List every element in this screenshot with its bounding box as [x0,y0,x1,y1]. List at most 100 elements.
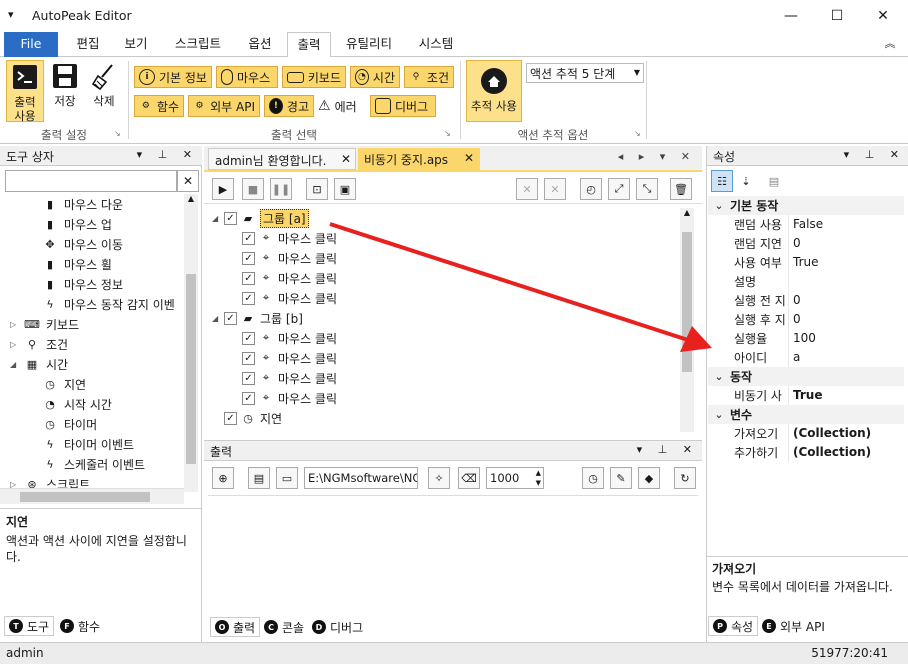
tab-output-log[interactable]: O 출력 [210,617,261,637]
enable-checkbox[interactable]: ✓ [242,291,255,305]
tab-tools[interactable]: T 도구 [4,616,55,636]
enable-checkbox[interactable]: ✓ [242,331,255,345]
track-enable-button[interactable]: 추적 사용 [466,60,522,122]
property-row[interactable]: 추가하기 (Collection) [708,443,904,462]
enable-checkbox[interactable]: ✓ [224,411,237,425]
enable-checkbox[interactable]: ✓ [224,311,237,325]
warning-button[interactable]: ! 경고 [264,95,314,117]
toolbox-item[interactable]: ▮ 마우스 휠 [42,254,112,274]
property-value[interactable]: True [788,253,819,272]
collapse-icon[interactable]: ⌄ [708,370,730,383]
enable-checkbox[interactable]: ✓ [242,371,255,385]
tab-debug[interactable]: D 디버그 [308,617,367,637]
toolbox-item[interactable]: ▮ 마우스 정보 [42,274,123,294]
save-button[interactable]: 저장 [48,60,82,122]
condition-button[interactable]: ⚲ 조건 [404,66,454,88]
property-category[interactable]: ⌄ 동작 [708,367,904,386]
property-value[interactable]: 0 [788,310,801,329]
delete-button[interactable]: 삭제 [86,60,122,122]
toolbox-item[interactable]: ◷ 타이머 [42,414,97,434]
alphabetical-icon[interactable]: ⇣ [735,170,757,192]
toolbox-item[interactable]: ϟ 타이머 이벤트 [42,434,134,454]
open-folder-icon[interactable]: ▭ [276,467,298,489]
maximize-button[interactable]: ☐ [814,0,860,32]
clear-search-icon[interactable]: ✕ [177,170,199,192]
property-pages-icon[interactable]: ▤ [763,170,785,192]
tab-console[interactable]: C 콘솔 [260,617,308,637]
scroll-thumb[interactable] [186,274,196,464]
script-node[interactable]: ✓ ⌖ 마우스 클릭 [242,268,337,288]
clean-icon[interactable]: ✧ [428,467,450,489]
cancel-icon[interactable]: ✕ [516,178,538,200]
toolbox-item[interactable]: ◢ ▦ 시간 [10,354,68,374]
stop-icon[interactable]: ■ [242,178,264,200]
time-button[interactable]: ◔ 시간 [350,66,400,88]
property-row[interactable]: 비동기 사 True [708,386,904,405]
tab-functions[interactable]: F 함수 [56,616,104,636]
function-button[interactable]: ⚙ 함수 [134,95,184,117]
script-node[interactable]: ◢ ✓ ▰ 그룹 [a] [212,208,309,228]
toolbox-item[interactable]: ▮ 마우스 다운 [42,194,123,214]
toolbox-item[interactable]: ◔ 시작 시간 [42,394,112,414]
minimize-button[interactable]: — [768,0,814,32]
mouse-button[interactable]: 마우스 [216,66,278,88]
new-log-icon[interactable]: ⊕ [212,467,234,489]
panel-controls[interactable]: ▾ ⊥ ✕ [137,148,198,161]
enable-checkbox[interactable]: ✓ [242,271,255,285]
property-value[interactable]: a [788,348,800,367]
property-row[interactable]: 랜덤 지연 0 [708,234,904,253]
tab-system[interactable]: 시스템 [404,32,468,57]
eraser-icon[interactable]: ⌫ [458,467,480,489]
log-path-field[interactable]: E:\NGMsoftware\NG [304,467,418,489]
script-node[interactable]: ✓ ⌖ 마우스 클릭 [242,328,337,348]
external-api-button[interactable]: ⚙ 외부 API [188,95,260,117]
trash-icon[interactable]: 🗑 [670,178,692,200]
property-row[interactable]: 실행 후 지0 [708,310,904,329]
enable-checkbox[interactable]: ✓ [242,231,255,245]
play-icon[interactable]: ▶ [212,178,234,200]
property-category[interactable]: ⌄ 변수 [708,405,904,424]
toolbox-search-input[interactable] [5,170,177,192]
timer-icon[interactable]: ◴ [580,178,602,200]
property-row[interactable]: 실행 전 지0 [708,291,904,310]
enable-checkbox[interactable]: ✓ [242,351,255,365]
property-value[interactable] [788,272,793,291]
track-level-select[interactable]: 액션 추적 5 단계 ▼ [526,63,644,83]
scroll-up-icon[interactable]: ▲ [184,194,198,203]
tab-external-api[interactable]: E 외부 API [758,616,829,636]
expander-icon[interactable]: ◢ [212,314,224,323]
expander-icon[interactable]: ◢ [10,360,24,369]
close-tab-icon[interactable]: ✕ [341,152,351,166]
collapse-icon[interactable]: ⌄ [708,199,730,212]
error-toggle[interactable]: ⚠ 에러 [318,95,357,117]
line-limit-stepper[interactable]: 1000 ▲ ▼ [486,467,544,489]
tab-output[interactable]: 출력 [287,32,331,58]
toolbox-hscrollbar[interactable] [0,488,184,504]
toolbox-item[interactable]: ◷ 지연 [42,374,86,394]
script-node[interactable]: ✓ ⌖ 마우스 클릭 [242,368,337,388]
tab-welcome[interactable]: admin님 환영합니다. ✕ [208,148,356,170]
tab-async-stop[interactable]: 비동기 중지.aps ✕ [358,148,480,172]
toolbox-item[interactable]: ϟ 마우스 동작 감지 이벤 [42,294,174,314]
script-node[interactable]: ✓ ⌖ 마우스 클릭 [242,388,337,408]
hscroll-thumb[interactable] [20,492,150,502]
dialog-launcher-icon[interactable]: ↘ [634,129,641,138]
property-row[interactable]: 아이디 a [708,348,904,367]
keyboard-button[interactable]: 키보드 [282,66,346,88]
tab-utility[interactable]: 유틸리티 [334,32,404,57]
tab-view[interactable]: 보기 [112,32,160,57]
property-value[interactable]: (Collection) [788,424,871,443]
brush-icon[interactable]: ✎ [610,467,632,489]
close-tab-icon[interactable]: ✕ [464,151,474,165]
clock-icon[interactable]: ◷ [582,467,604,489]
toolbox-scrollbar[interactable]: ▲ [184,194,198,492]
script-node[interactable]: ✓ ⌖ 마우스 클릭 [242,228,337,248]
property-row[interactable]: 설명 [708,272,904,291]
tab-properties[interactable]: P 속성 [708,616,759,636]
property-value[interactable]: 0 [788,234,801,253]
expander-icon[interactable]: ▷ [10,340,24,349]
fill-icon[interactable]: ◆ [638,467,660,489]
toolbox-item[interactable]: ▷ ⚲ 조건 [10,334,68,354]
tab-file[interactable]: File [4,32,58,57]
enable-checkbox[interactable]: ✓ [224,211,237,225]
